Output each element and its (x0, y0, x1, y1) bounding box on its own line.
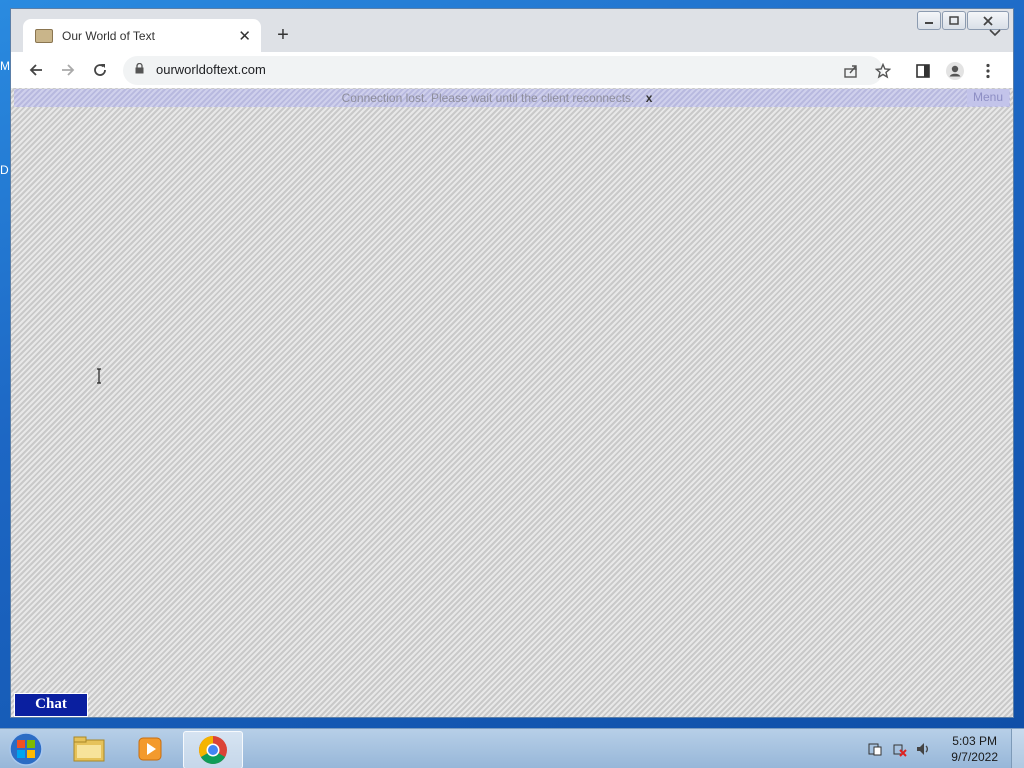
minimize-button[interactable] (917, 11, 941, 30)
lock-icon (135, 63, 144, 74)
desktop-edge-label: M (0, 59, 10, 73)
forward-button[interactable] (56, 58, 80, 82)
show-desktop-button[interactable] (1011, 729, 1024, 768)
banner-dismiss-button[interactable]: x (646, 91, 653, 105)
chat-button[interactable]: Chat (14, 693, 88, 717)
menu-button[interactable]: Menu (966, 89, 1009, 106)
network-icon[interactable] (891, 741, 907, 757)
file-explorer-icon[interactable] (60, 731, 118, 767)
url-text[interactable]: ourworldoftext.com (156, 62, 266, 77)
volume-icon[interactable] (915, 741, 931, 757)
minimize-icon (925, 21, 933, 24)
text-world-canvas[interactable]: Connection lost. Please wait until the c… (11, 88, 1013, 717)
restore-icon (949, 16, 959, 25)
restore-button[interactable] (942, 11, 966, 30)
action-center-icon[interactable] (867, 741, 883, 757)
tab-title: Our World of Text (62, 28, 155, 43)
browser-window: Our World of Text ✕ + ourworldoftext.com (11, 9, 1013, 717)
clock-date: 9/7/2022 (951, 750, 998, 764)
system-clock[interactable]: 5:03 PM 9/7/2022 (951, 733, 998, 765)
back-icon (29, 64, 42, 76)
address-bar[interactable]: ourworldoftext.com (123, 56, 891, 85)
taskbar: 5:03 PM 9/7/2022 (0, 728, 1024, 768)
text-cursor-icon (97, 368, 101, 384)
windows-start-icon[interactable] (6, 731, 46, 767)
close-window-button[interactable] (967, 11, 1009, 30)
profile-icon[interactable] (944, 60, 966, 82)
owot-favicon-icon (35, 28, 53, 43)
clock-time: 5:03 PM (952, 734, 997, 748)
star-icon[interactable] (873, 61, 893, 81)
reload-button[interactable] (88, 58, 112, 82)
close-icon (983, 15, 993, 26)
back-button[interactable] (24, 58, 48, 82)
desktop-edge-label: D (0, 163, 9, 177)
chrome-icon[interactable] (183, 731, 243, 768)
menu-dots-icon[interactable] (977, 60, 999, 82)
new-tab-button[interactable]: + (272, 24, 294, 47)
browser-toolbar: ourworldoftext.com (11, 52, 1013, 88)
tab-close-icon[interactable]: ✕ (238, 27, 251, 45)
forward-icon (62, 64, 75, 76)
tab-search-icon[interactable] (989, 26, 1001, 40)
browser-tab[interactable]: Our World of Text ✕ (23, 19, 261, 52)
share-icon[interactable] (841, 61, 861, 81)
side-panel-icon[interactable] (912, 60, 934, 82)
media-player-icon[interactable] (121, 731, 179, 767)
connection-banner: Connection lost. Please wait until the c… (14, 89, 1010, 107)
reload-icon (94, 64, 106, 76)
connection-lost-message: Connection lost. Please wait until the c… (341, 91, 635, 105)
